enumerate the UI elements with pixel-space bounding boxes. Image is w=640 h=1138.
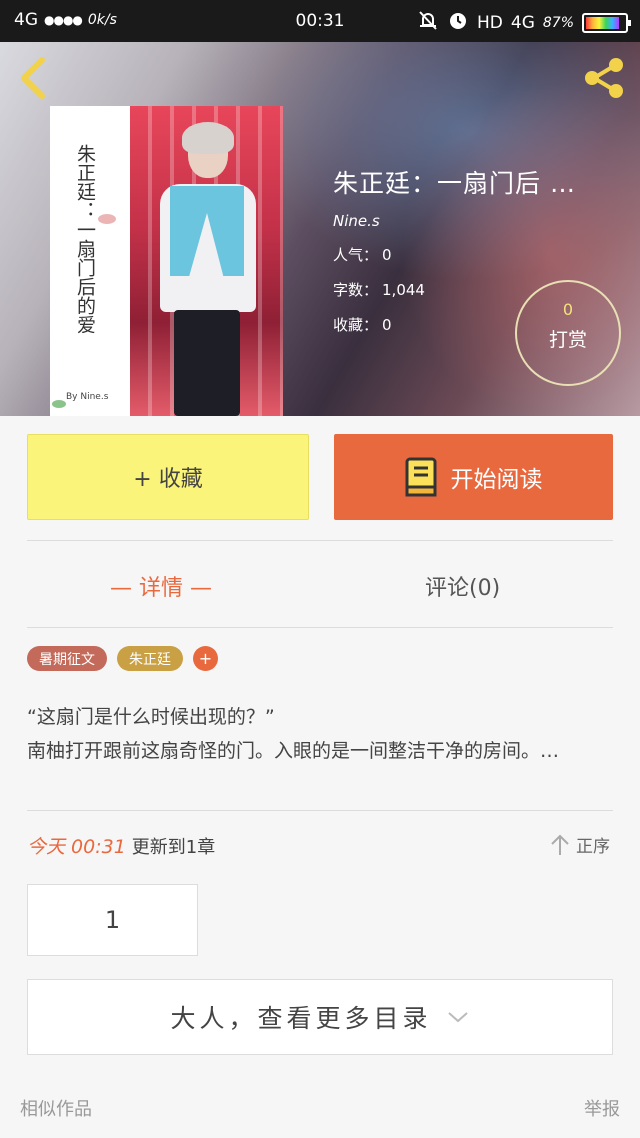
book-description[interactable]: “这扇门是什么时候出现的？” 南柚打开跟前这扇奇怪的门。入眼的是一间整洁干净的房… <box>27 700 617 768</box>
tab-detail[interactable]: — 详情 — <box>110 570 212 602</box>
tag-item[interactable]: 暑期征文 <box>27 646 107 671</box>
update-time: 今天 00:31 <box>27 836 126 858</box>
add-to-favorites-button[interactable]: + 收藏 <box>27 434 309 520</box>
chevron-left-icon <box>21 57 45 99</box>
book-icon <box>405 457 436 497</box>
tip-button[interactable]: 0 打赏 <box>515 280 621 386</box>
share-icon <box>585 58 623 98</box>
update-info: 今天 00:31 更新到1章 <box>27 832 215 859</box>
chapter-item[interactable]: 1 <box>27 884 198 956</box>
battery-percent: 87% <box>542 14 574 31</box>
cover-photo <box>130 106 283 416</box>
leaf-icon <box>52 400 66 408</box>
favorites-value: 0 <box>382 316 392 334</box>
add-tag-button[interactable]: + <box>193 646 218 671</box>
status-bar: 4G ●●●● 0k/s 00:31 HD 4G 87% <box>0 0 640 42</box>
start-reading-label: 开始阅读 <box>450 467 543 493</box>
tab-comments[interactable]: 评论(0) <box>425 570 500 602</box>
cover-title: 朱正廷：一扇门后的爱 <box>74 144 96 334</box>
back-button[interactable] <box>16 56 52 100</box>
tab-bar: — 详情 — 评论(0) <box>0 552 640 618</box>
word-count-value: 1,044 <box>382 281 425 299</box>
book-author[interactable]: Nine.s <box>333 212 576 230</box>
share-button[interactable] <box>580 54 628 102</box>
book-title: 朱正廷：一扇门后 … <box>333 169 576 198</box>
tag-list: 暑期征文 朱正廷 + <box>27 646 218 671</box>
description-line: “这扇门是什么时候出现的？” <box>27 706 275 728</box>
similar-works-label: 相似作品 <box>20 1099 92 1120</box>
sort-label: 正序 <box>576 837 610 857</box>
update-text: 更新到1章 <box>131 837 216 858</box>
description-line: 南柚打开跟前这扇奇怪的门。入眼的是一间整洁干净的房间。… <box>27 740 560 762</box>
tag-item[interactable]: 朱正廷 <box>117 646 183 671</box>
report-button[interactable]: 举报 <box>584 1095 620 1121</box>
chevron-down-icon <box>447 1012 468 1023</box>
view-more-catalog-button[interactable]: 大人，查看更多目录 <box>27 979 613 1055</box>
battery-icon <box>582 12 631 33</box>
divider <box>27 810 613 811</box>
book-header: 朱正廷：一扇门后的爱 By Nine.s 朱正廷：一扇门后 … Nine.s 人… <box>0 42 640 416</box>
popularity-stat: 人气： 0 <box>333 246 392 264</box>
hd-indicator: HD <box>477 12 503 33</box>
divider <box>27 627 613 628</box>
alarm-off-icon <box>417 9 439 36</box>
popularity-value: 0 <box>382 246 392 264</box>
tip-label: 打赏 <box>548 329 587 351</box>
divider <box>27 540 613 541</box>
book-cover[interactable]: 朱正廷：一扇门后的爱 By Nine.s <box>50 106 283 416</box>
start-reading-button[interactable]: 开始阅读 <box>334 434 613 520</box>
view-more-label: 大人，查看更多目录 <box>170 1004 432 1033</box>
tip-count: 0 <box>562 300 574 319</box>
cover-author: By Nine.s <box>66 392 109 402</box>
network-indicator-right: 4G <box>510 12 535 33</box>
alarm-clock-icon <box>447 9 469 36</box>
sort-toggle[interactable]: 正序 <box>550 832 610 857</box>
arrow-up-icon <box>551 834 569 855</box>
